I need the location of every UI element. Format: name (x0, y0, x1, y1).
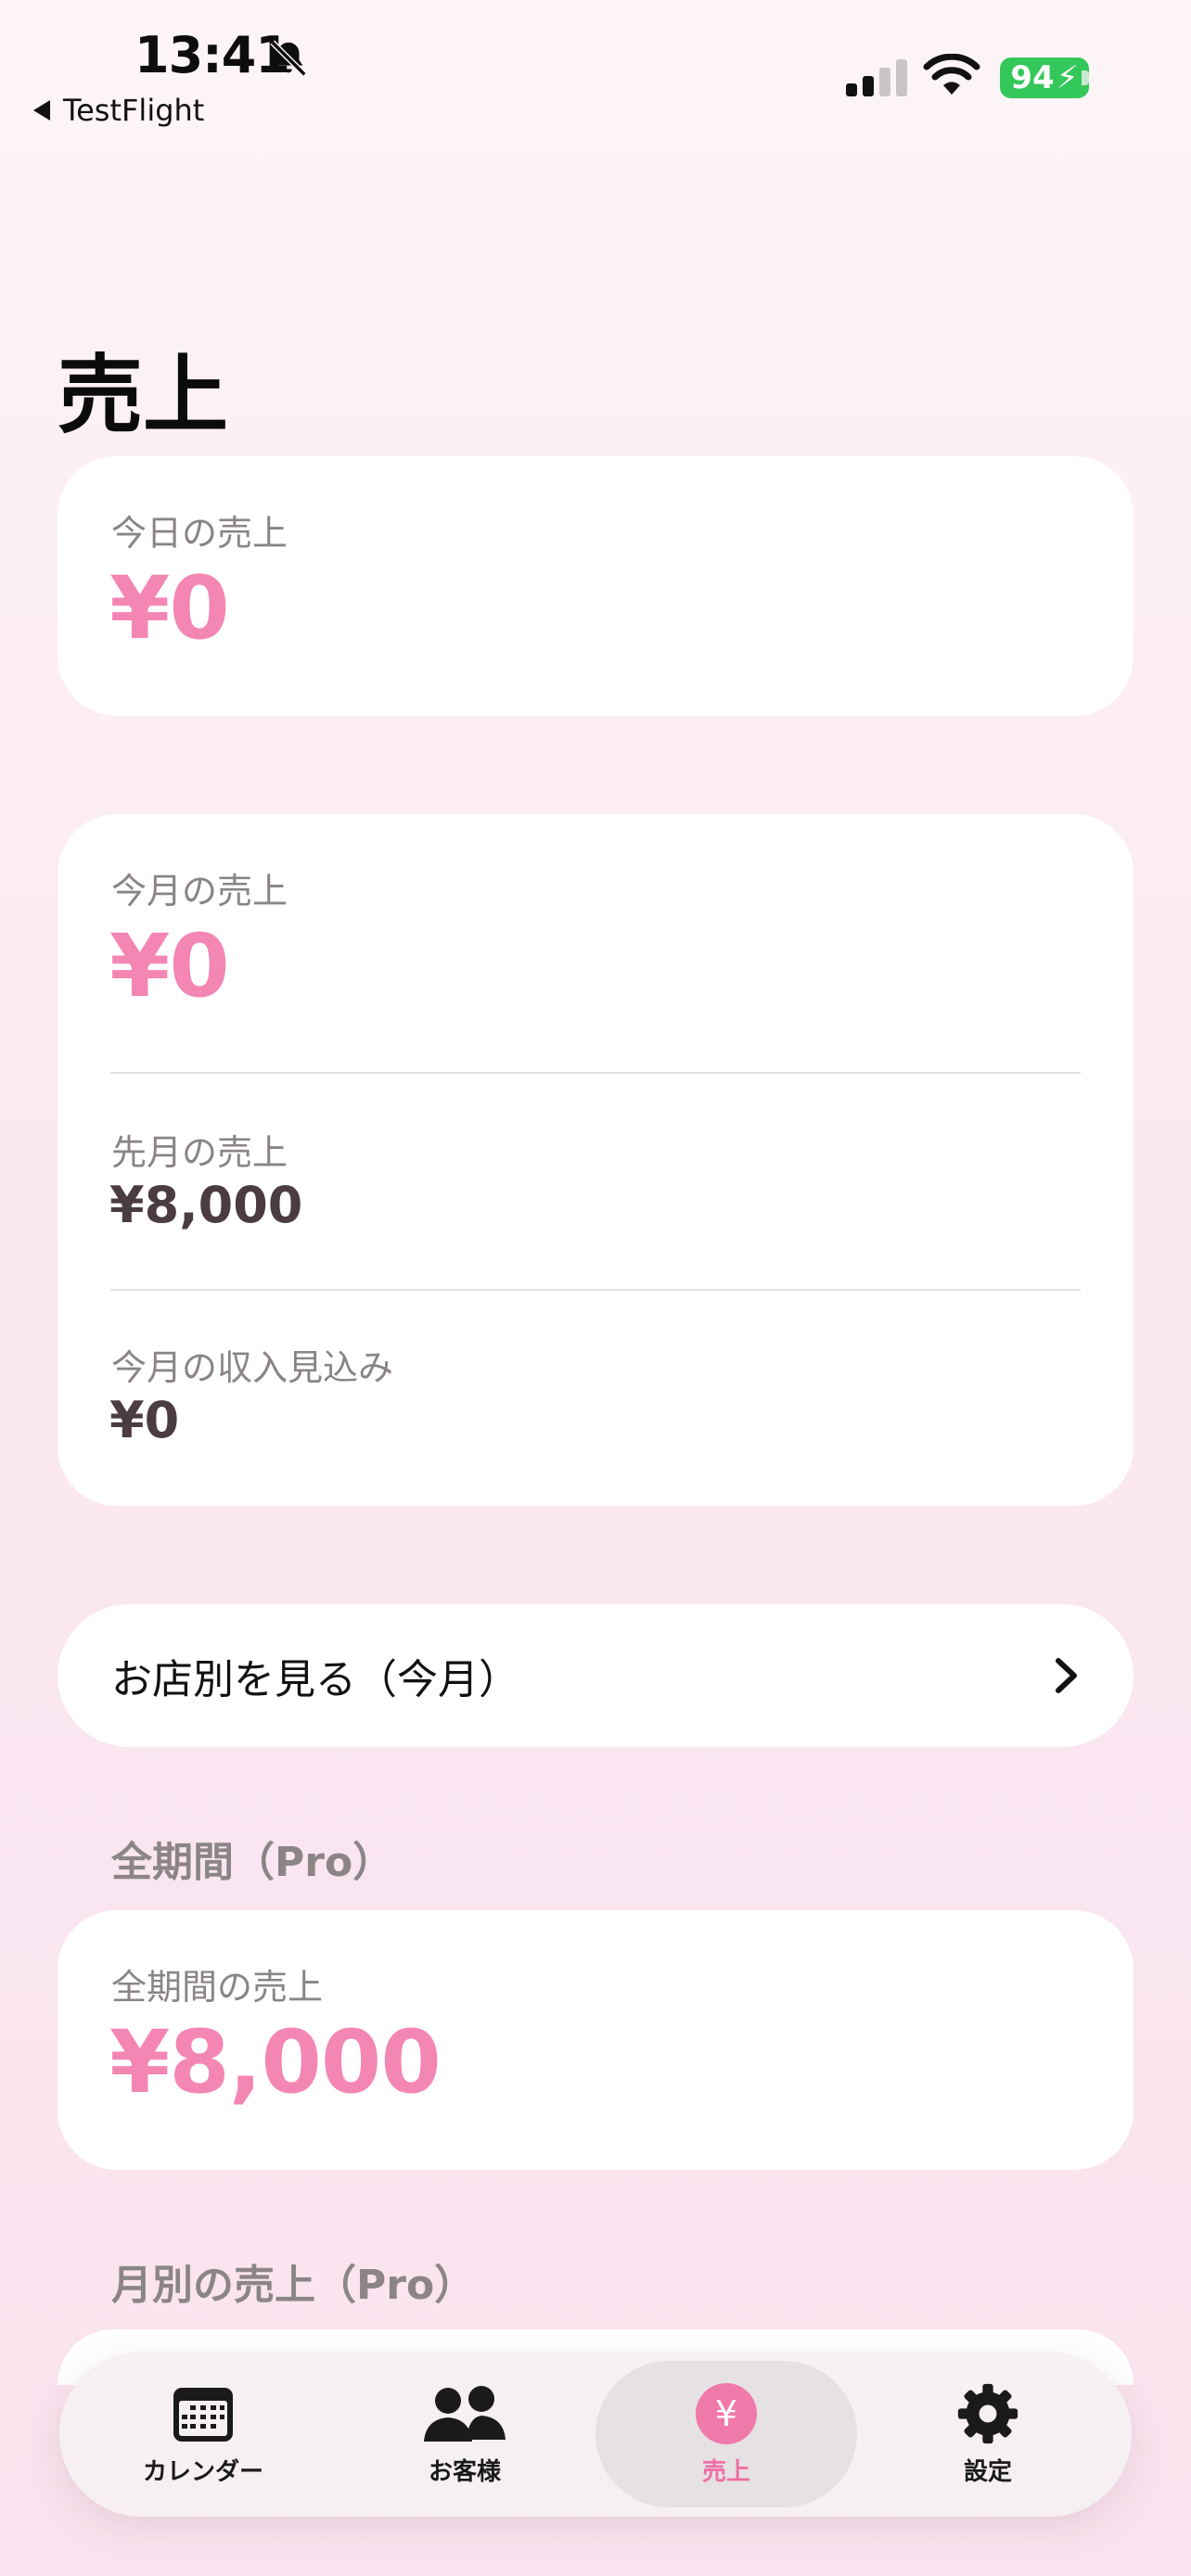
yen-icon: ¥ (696, 2382, 757, 2444)
this-month-label: 今月の売上 (111, 871, 288, 912)
tab-sales-label: 売上 (701, 2457, 750, 2486)
gear-icon (957, 2383, 1018, 2443)
battery-charging-icon: 94 ⚡ (1000, 57, 1089, 98)
forecast-label: 今月の収入見込み (111, 1347, 394, 1388)
status-bar: 13:41 TestFlight 94 ⚡ (0, 0, 1191, 130)
forecast-value: ¥0 (109, 1391, 180, 1449)
last-month-value: ¥8,000 (109, 1176, 303, 1234)
today-sales-value: ¥0 (109, 558, 230, 659)
all-period-label: 全期間の売上 (111, 1967, 324, 2008)
back-app-label: TestFlight (63, 93, 205, 128)
tab-calendar[interactable]: カレンダー (72, 2361, 334, 2507)
tab-calendar-label: カレンダー (142, 2457, 263, 2486)
svg-text:¥: ¥ (715, 2393, 737, 2434)
page-title: 売上 (58, 346, 229, 445)
divider (110, 1072, 1081, 1074)
today-sales-card: 今日の売上 ¥0 (58, 456, 1133, 716)
tab-settings[interactable]: 設定 (857, 2361, 1119, 2507)
battery-cap (1082, 70, 1089, 85)
back-to-testflight[interactable]: TestFlight (33, 93, 204, 128)
bolt-icon: ⚡ (1056, 59, 1079, 96)
month-sales-card: 今月の売上 ¥0 先月の売上 ¥8,000 今月の収入見込み ¥0 (58, 814, 1133, 1506)
all-period-value: ¥8,000 (109, 2012, 442, 2113)
status-time: 13:41 (134, 26, 290, 84)
calendar-icon (173, 2387, 233, 2442)
divider (110, 1289, 1081, 1291)
this-month-value: ¥0 (109, 916, 230, 1017)
wifi-icon (923, 54, 980, 95)
back-triangle-icon (33, 100, 50, 121)
chevron-right-icon (1056, 1658, 1077, 1693)
tab-customers[interactable]: お客様 (334, 2361, 596, 2507)
last-month-label: 先月の売上 (111, 1132, 288, 1173)
store-breakdown-label: お店別を見る（今月） (111, 1656, 519, 1703)
all-period-card: 全期間の売上 ¥8,000 (58, 1910, 1133, 2170)
tab-customers-label: お客様 (428, 2457, 501, 2486)
store-breakdown-button[interactable]: お店別を見る（今月） (58, 1604, 1133, 1747)
battery-level: 94 (1010, 59, 1055, 96)
tab-sales[interactable]: ¥ 売上 (596, 2361, 857, 2507)
tab-bar: カレンダー お客様 ¥ 売上 設定 (59, 2352, 1132, 2517)
bell-slash-icon (270, 40, 307, 77)
tab-settings-label: 設定 (963, 2457, 1012, 2486)
signal-icon (846, 59, 907, 96)
monthly-header: 月別の売上（Pro） (111, 2262, 476, 2309)
people-icon (424, 2385, 506, 2442)
today-sales-label: 今日の売上 (111, 513, 288, 554)
all-period-header: 全期間（Pro） (111, 1839, 394, 1886)
